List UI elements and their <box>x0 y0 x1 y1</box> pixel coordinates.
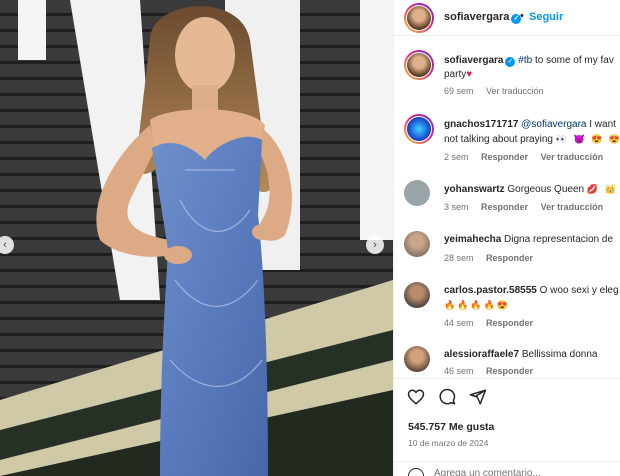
comment-time: 44 sem <box>444 318 474 328</box>
avatar[interactable] <box>404 231 430 257</box>
reply-button[interactable]: Responder <box>486 366 533 376</box>
caption-time: 69 sem <box>444 86 474 96</box>
post-actions: 545.757 Me gusta 10 de marzo de 2024 <box>394 378 620 476</box>
add-comment-bar <box>394 461 620 476</box>
comment-time: 2 sem <box>444 152 469 162</box>
comment-time: 46 sem <box>444 366 474 376</box>
emoji-icon[interactable] <box>408 468 424 476</box>
reply-button[interactable]: Responder <box>481 152 528 162</box>
translate-link[interactable]: Ver traducción <box>541 202 604 212</box>
comment-meta: 28 sem Responder <box>444 253 543 263</box>
comment-text: Digna representacion de <box>501 234 614 245</box>
comment-meta: 44 sem Responder <box>444 318 543 328</box>
comment-username[interactable]: yohanswartz <box>444 184 505 195</box>
chevron-right-icon[interactable]: › <box>366 236 384 254</box>
comment-text-line2: not talking about praying <box>444 134 553 145</box>
heart-emoji: ♥ <box>466 69 473 80</box>
comment-text: O woo sexi y eleg <box>536 285 619 296</box>
comment-time: 3 sem <box>444 202 469 212</box>
comment-text: Gorgeous Queen <box>504 184 587 195</box>
translate-link[interactable]: Ver traducción <box>486 86 544 96</box>
caption-text-line2: party <box>444 69 467 80</box>
avatar[interactable] <box>404 346 430 372</box>
post-view: ‹ › sofiavergara ✓ • Seguir sofiavergara ✓… <box>0 0 620 476</box>
comment-username[interactable]: yeimahecha <box>444 234 501 245</box>
comment-mention[interactable]: @sofiavergara <box>521 119 586 130</box>
follow-button[interactable]: Seguir <box>529 11 563 23</box>
reply-button[interactable]: Responder <box>486 318 533 328</box>
red-carpet-photo <box>0 0 393 476</box>
comment-meta: 46 sem Responder <box>444 366 543 376</box>
caption-hashtag[interactable]: #tb <box>518 55 532 66</box>
avatar[interactable] <box>404 114 434 144</box>
comment-emojis: 💋 👑 <box>586 184 618 194</box>
like-count[interactable]: 545.757 Me gusta <box>408 421 494 433</box>
post-sidebar: sofiavergara ✓ • Seguir sofiavergara ✓ #tb… <box>393 0 620 476</box>
caption-text: to some of my fav <box>532 55 614 66</box>
comment-username[interactable]: alessioraffaele7 <box>444 349 519 360</box>
comment-emojis: 🔥🔥🔥🔥😍 <box>444 300 511 310</box>
share-icon[interactable] <box>469 388 487 406</box>
comment-meta: 2 sem Responder Ver traducción <box>444 152 613 162</box>
post-date: 10 de marzo de 2024 <box>408 438 489 448</box>
heart-icon[interactable] <box>407 388 425 406</box>
avatar[interactable] <box>404 3 434 33</box>
post-photo[interactable]: ‹ › <box>0 0 393 476</box>
comment-username[interactable]: carlos.pastor.58555 <box>444 285 537 296</box>
comment-time: 28 sem <box>444 253 474 263</box>
post-author-username[interactable]: sofiavergara ✓ <box>444 11 522 24</box>
comment-text: Bellissima donna <box>519 349 598 360</box>
comment-emojis: 👀 😈 😍 😍 <box>555 134 620 144</box>
reply-button[interactable]: Responder <box>486 253 533 263</box>
translate-link[interactable]: Ver traducción <box>541 152 604 162</box>
verified-icon: ✓ <box>505 57 516 67</box>
reply-button[interactable]: Responder <box>481 202 528 212</box>
comment-username[interactable]: gnachos171717 <box>444 119 519 130</box>
separator-dot: • <box>520 10 524 22</box>
add-comment-input[interactable] <box>434 468 604 476</box>
avatar[interactable] <box>404 282 430 308</box>
avatar[interactable] <box>404 180 430 206</box>
caption-meta: 69 sem Ver traducción <box>444 86 554 96</box>
comment-icon[interactable] <box>438 388 456 406</box>
caption-username[interactable]: sofiavergara <box>444 55 503 66</box>
comment-meta: 3 sem Responder Ver traducción <box>444 202 613 212</box>
comment-text: I want <box>586 119 616 130</box>
avatar[interactable] <box>404 50 434 80</box>
post-header: sofiavergara ✓ • Seguir <box>394 0 620 36</box>
